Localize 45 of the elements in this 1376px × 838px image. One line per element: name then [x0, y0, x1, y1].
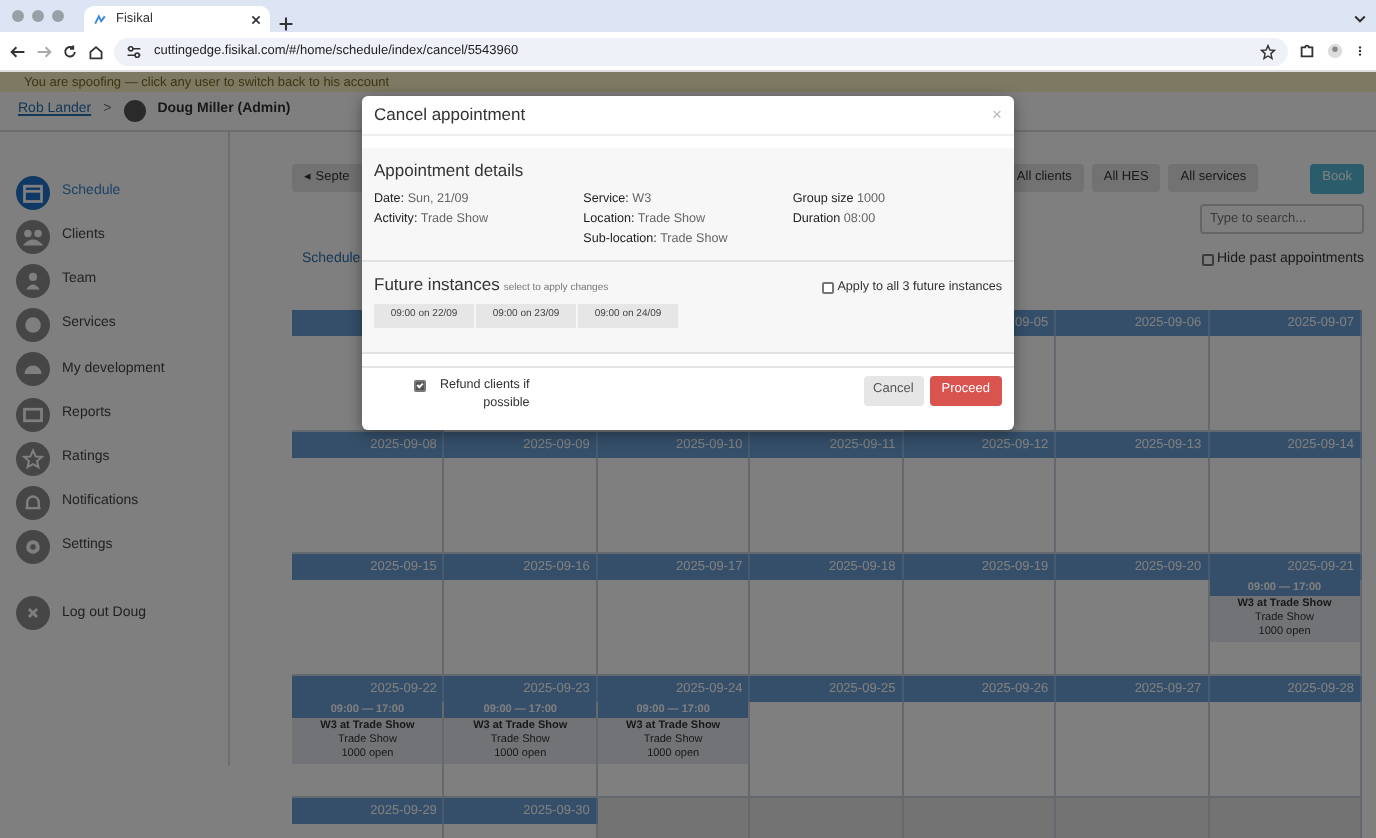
day-cell[interactable] [750, 580, 904, 676]
day-cell[interactable] [903, 458, 1057, 554]
gear-icon [16, 530, 50, 565]
gauge-icon [16, 352, 50, 387]
modal-title: Cancel appointment [374, 102, 526, 128]
day-cell[interactable] [1209, 702, 1362, 798]
card-icon [16, 397, 50, 432]
day-cell[interactable] [1056, 458, 1210, 554]
day-cell[interactable] [750, 458, 904, 554]
back-icon[interactable] [10, 43, 26, 59]
section-heading: Future instances [374, 271, 500, 297]
day-cell[interactable] [1056, 702, 1210, 798]
forward-icon[interactable] [36, 43, 52, 59]
new-tab-icon[interactable] [278, 16, 294, 32]
more-menu-icon[interactable] [1354, 42, 1366, 60]
day-cell[interactable] [750, 702, 904, 798]
circle-icon [16, 308, 50, 343]
day-cell[interactable] [1056, 580, 1210, 676]
close-icon[interactable] [250, 13, 262, 25]
bookmark-star-icon[interactable] [1260, 43, 1276, 59]
day-cell[interactable] [1209, 336, 1362, 432]
day-cell[interactable] [597, 580, 751, 676]
home-icon[interactable] [88, 43, 104, 59]
day-cell[interactable] [903, 580, 1057, 676]
user-avatar [123, 100, 146, 122]
site-settings-icon[interactable] [126, 43, 142, 59]
person-icon [16, 263, 50, 298]
day-cell[interactable] [1209, 458, 1362, 554]
day-cell[interactable] [292, 580, 445, 676]
day-cell[interactable] [597, 458, 751, 554]
window-controls[interactable] [12, 10, 64, 22]
day-cell[interactable] [444, 580, 598, 676]
day-cell[interactable] [1056, 336, 1210, 432]
calendar-icon [16, 175, 50, 210]
day-cell[interactable] [292, 458, 445, 554]
extensions-icon[interactable] [1298, 42, 1316, 60]
day-cell[interactable] [903, 702, 1057, 798]
chevron-down-icon[interactable] [1352, 10, 1368, 26]
reload-icon[interactable] [62, 43, 78, 59]
profile-icon[interactable] [1326, 42, 1344, 60]
day-cell[interactable] [444, 458, 598, 554]
people-icon [16, 219, 50, 254]
bell-icon [16, 485, 50, 520]
fisikal-logo-icon [92, 13, 108, 25]
close-circle-icon [16, 596, 50, 631]
